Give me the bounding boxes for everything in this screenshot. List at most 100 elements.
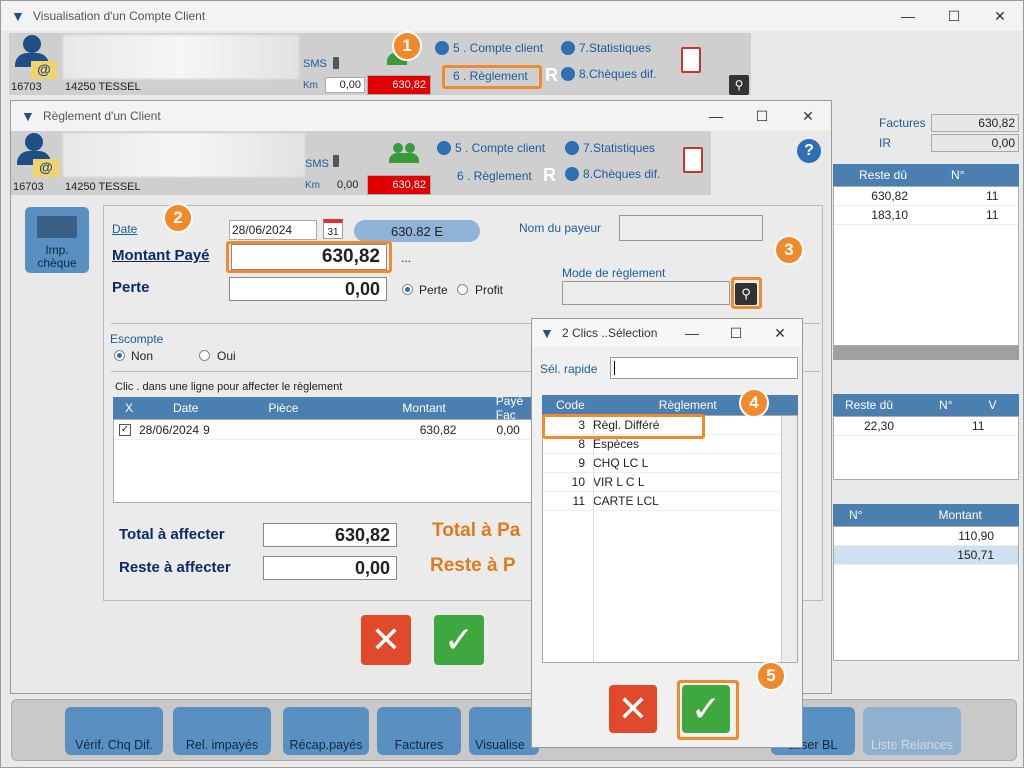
rel-impayes-button[interactable]: Rel. impayés bbox=[173, 707, 271, 755]
client-avatar-icon: @ bbox=[11, 35, 57, 79]
radio-profit-label: Profit bbox=[475, 283, 504, 297]
link-cheques-dif[interactable]: 8.Chèques dif. bbox=[561, 67, 656, 81]
col-code[interactable]: Code bbox=[556, 398, 585, 412]
invoice-grid-header: X Date Pièce Montant Payé Fac bbox=[113, 394, 537, 422]
maximize-button[interactable]: ☐ bbox=[931, 1, 977, 31]
km-label: Km bbox=[305, 180, 320, 191]
col-numero: N° bbox=[951, 168, 965, 182]
invoice-grid-body: ✓ 28/06/2024 9 630,82 0,00 bbox=[113, 419, 537, 503]
calendar-icon[interactable]: 31 bbox=[323, 219, 343, 239]
factures-label: Factures bbox=[879, 116, 926, 130]
maximize-button[interactable]: ☐ bbox=[714, 319, 758, 347]
col-reste-du: Reste dû bbox=[859, 168, 908, 182]
date-field[interactable]: 28/06/2024 bbox=[229, 220, 317, 240]
col-date[interactable]: Date bbox=[173, 401, 198, 415]
table-row[interactable]: ✓ 28/06/2024 9 630,82 0,00 bbox=[114, 420, 536, 440]
client-code: 16703 bbox=[13, 181, 44, 193]
balance-value: 630,82 bbox=[367, 175, 431, 195]
link-compte-client[interactable]: 5 . Compte client bbox=[437, 141, 545, 155]
radio-profit[interactable] bbox=[457, 284, 468, 295]
list-item[interactable]: 9 CHQ LC L bbox=[543, 454, 797, 473]
link-reglement[interactable]: 6 . Règlement bbox=[457, 169, 532, 183]
right-grid1-hscroll[interactable] bbox=[833, 346, 1019, 360]
minimize-button[interactable]: — bbox=[885, 1, 931, 31]
bullet-icon bbox=[435, 41, 449, 55]
validate-button[interactable]: ✓ bbox=[434, 615, 484, 665]
liste-relances-button[interactable]: Liste Relances bbox=[863, 707, 961, 755]
bullet-icon bbox=[561, 41, 575, 55]
radio-escompte-non[interactable] bbox=[114, 350, 125, 361]
help-icon[interactable]: ? bbox=[797, 139, 821, 163]
col-numero: N° bbox=[939, 398, 953, 412]
close-button[interactable]: ✕ bbox=[977, 1, 1023, 31]
quick-select-label: Sél. rapide bbox=[540, 362, 598, 376]
group-users-icon bbox=[389, 143, 419, 163]
imp-cheque-button[interactable]: Imp. chèque bbox=[25, 207, 89, 273]
close-button[interactable]: ✕ bbox=[758, 319, 802, 347]
reste-payer-label: Reste à P bbox=[430, 555, 516, 576]
col-x[interactable]: X bbox=[125, 401, 133, 415]
cancel-button[interactable]: ✕ bbox=[361, 615, 411, 665]
clipboard-icon[interactable] bbox=[681, 47, 701, 73]
verif-chq-dif-button[interactable]: Vérif. Chq Dif. bbox=[65, 707, 163, 755]
link-statistiques[interactable]: 7.Statistiques bbox=[565, 141, 655, 155]
selection-grid-body: 3 Règl. Différé 8 Espèces 9 CHQ LC L 10 VIR … bbox=[542, 415, 798, 663]
table-row[interactable]: 150,71 bbox=[834, 546, 1018, 565]
reste-affecter-value: 0,00 bbox=[263, 556, 397, 580]
instruction-text: Clic . dans une ligne pour affecter le r… bbox=[115, 381, 343, 393]
balance-value: 630,82 bbox=[367, 75, 431, 95]
callout-3: 3 bbox=[774, 235, 804, 265]
list-item[interactable]: 10 VIR L C L bbox=[543, 473, 797, 492]
perte-field[interactable]: 0,00 bbox=[229, 277, 387, 301]
col-numero: N° bbox=[849, 508, 863, 522]
callout-1: 1 bbox=[392, 31, 422, 61]
col-reste-du: Reste dû bbox=[845, 398, 894, 412]
table-row[interactable]: 110,90 bbox=[834, 527, 1018, 546]
client-city: 14250 TESSEL bbox=[65, 181, 141, 193]
ir-value: 0,00 bbox=[931, 134, 1019, 152]
factures-button[interactable]: Factures bbox=[377, 707, 461, 755]
search-icon[interactable]: ⚲ bbox=[729, 75, 749, 95]
callout-4: 4 bbox=[739, 388, 769, 418]
minimize-button[interactable]: — bbox=[670, 319, 714, 347]
bullet-icon bbox=[565, 167, 579, 181]
list-item[interactable]: 11 CARTE LCL bbox=[543, 492, 797, 511]
vertical-scrollbar[interactable] bbox=[781, 416, 797, 662]
quick-select-input[interactable] bbox=[610, 357, 798, 379]
highlight-reglement-link bbox=[442, 65, 542, 89]
radio-escompte-oui[interactable] bbox=[199, 350, 210, 361]
montant-label: Montant Payé bbox=[112, 247, 210, 264]
selection-cancel-button[interactable]: ✕ bbox=[609, 685, 657, 733]
client-name-blurred bbox=[63, 35, 299, 79]
highlight-selection-validate bbox=[677, 680, 739, 740]
escompte-non-label: Non bbox=[131, 349, 154, 363]
recap-payes-button[interactable]: Récap.payés bbox=[283, 707, 369, 755]
col-montant[interactable]: Montant bbox=[402, 401, 445, 415]
km-label: Km bbox=[303, 80, 318, 91]
row-checkbox[interactable]: ✓ bbox=[119, 423, 131, 436]
link-compte-client[interactable]: 5 . Compte client bbox=[435, 41, 543, 55]
link-cheques-dif[interactable]: 8.Chèques dif. bbox=[565, 167, 660, 181]
close-button[interactable]: ✕ bbox=[785, 101, 831, 131]
total-affecter-label: Total à affecter bbox=[119, 526, 225, 543]
minimize-button[interactable]: — bbox=[693, 101, 739, 131]
clipboard-icon[interactable] bbox=[683, 147, 703, 173]
visualiser-button[interactable]: Visualise bbox=[469, 707, 539, 755]
mode-input[interactable] bbox=[562, 281, 730, 305]
link-statistiques[interactable]: 7.Statistiques bbox=[561, 41, 651, 55]
payer-input[interactable] bbox=[619, 215, 763, 241]
callout-5: 5 bbox=[756, 661, 786, 691]
maximize-button[interactable]: ☐ bbox=[739, 101, 785, 131]
ellipsis-label[interactable]: ... bbox=[401, 251, 411, 265]
table-row[interactable]: 183,10 11 bbox=[834, 206, 1018, 225]
radio-perte[interactable] bbox=[402, 284, 413, 295]
col-reglement[interactable]: Règlement bbox=[659, 398, 717, 412]
col-piece[interactable]: Pièce bbox=[268, 401, 298, 415]
table-row[interactable]: 22,30 11 bbox=[834, 417, 1018, 436]
escompte-label: Escompte bbox=[110, 332, 164, 346]
mode-label: Mode de règlement bbox=[562, 266, 666, 280]
table-row[interactable]: 630,82 11 bbox=[834, 187, 1018, 206]
selection-window-title: 2 Clics ..Sélection bbox=[562, 326, 658, 340]
bullet-icon bbox=[561, 67, 575, 81]
app-logo-icon: ▼ bbox=[21, 108, 35, 124]
